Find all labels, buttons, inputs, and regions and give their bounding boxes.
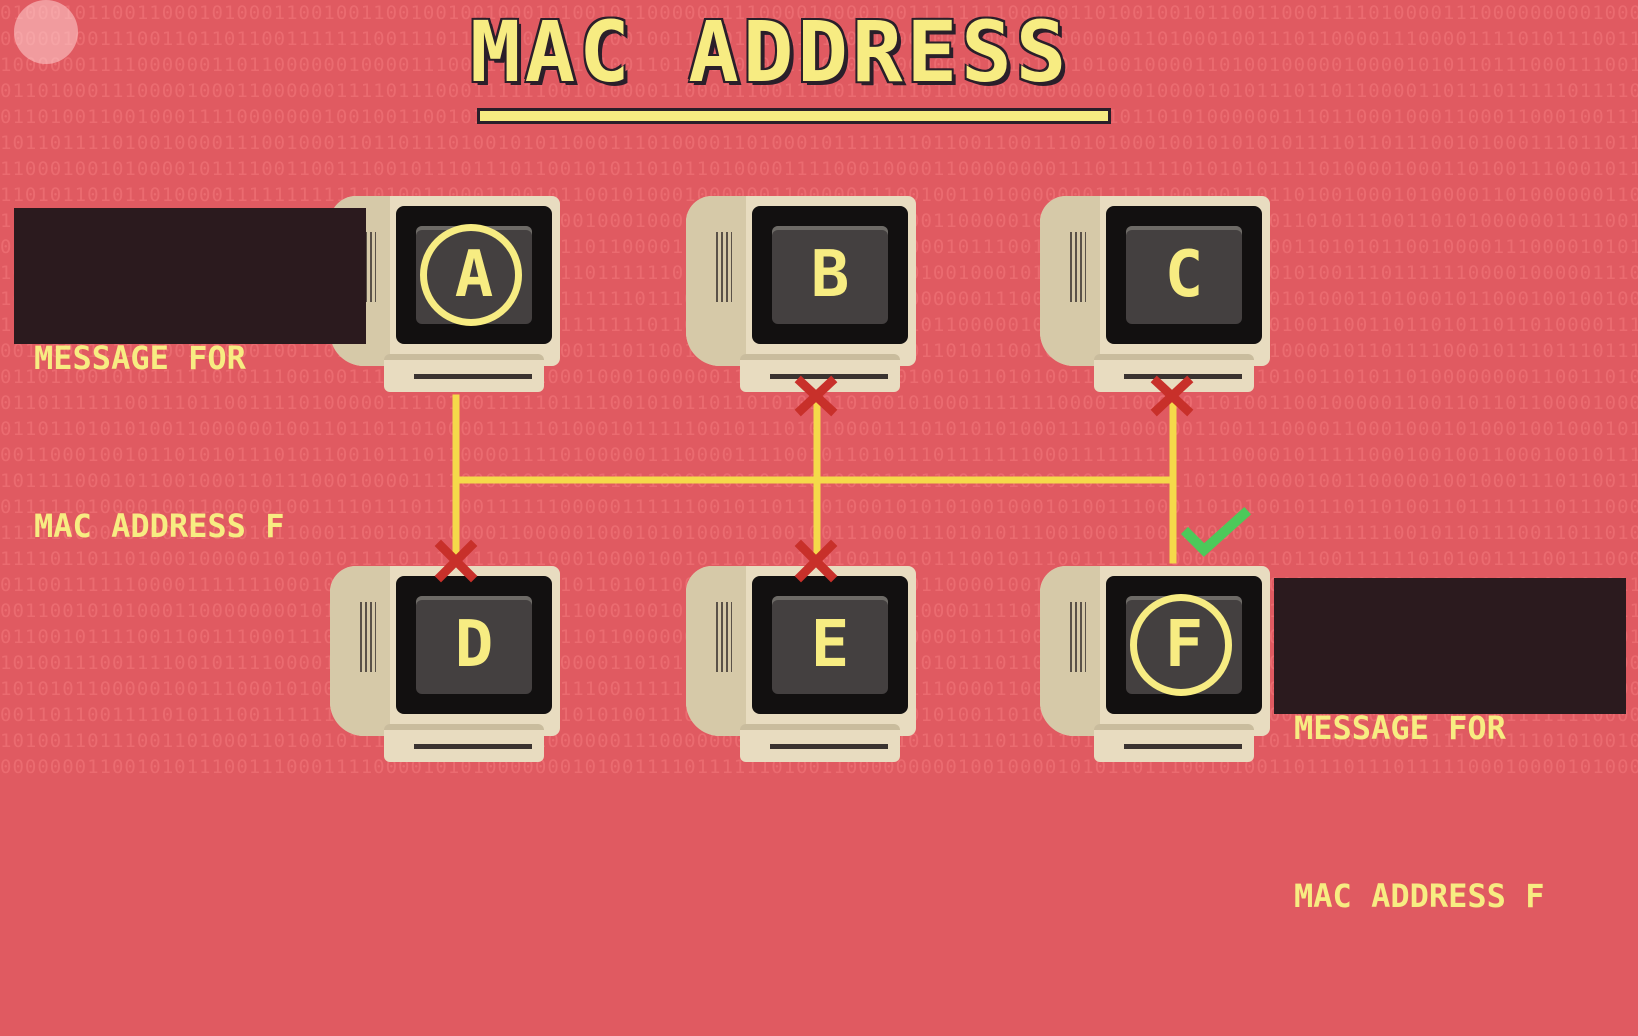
message-label-sender: MESSAGE FOR MAC ADDRESS F — [14, 208, 366, 545]
diagram-stage: 0100010110011000101000110010011001001001… — [0, 0, 1638, 915]
message-label-receiver: MESSAGE FOR MAC ADDRESS F — [1274, 578, 1626, 915]
x-mark-icon — [434, 539, 478, 583]
message-line1: MESSAGE FOR — [1294, 709, 1506, 747]
x-mark-icon — [1150, 375, 1194, 417]
check-mark-icon — [1180, 506, 1252, 557]
x-mark-icon — [794, 375, 838, 417]
message-line2: MAC ADDRESS F — [1294, 877, 1545, 915]
x-mark-icon — [794, 539, 838, 583]
message-line2: MAC ADDRESS F — [34, 507, 285, 545]
message-line1: MESSAGE FOR — [34, 339, 246, 377]
